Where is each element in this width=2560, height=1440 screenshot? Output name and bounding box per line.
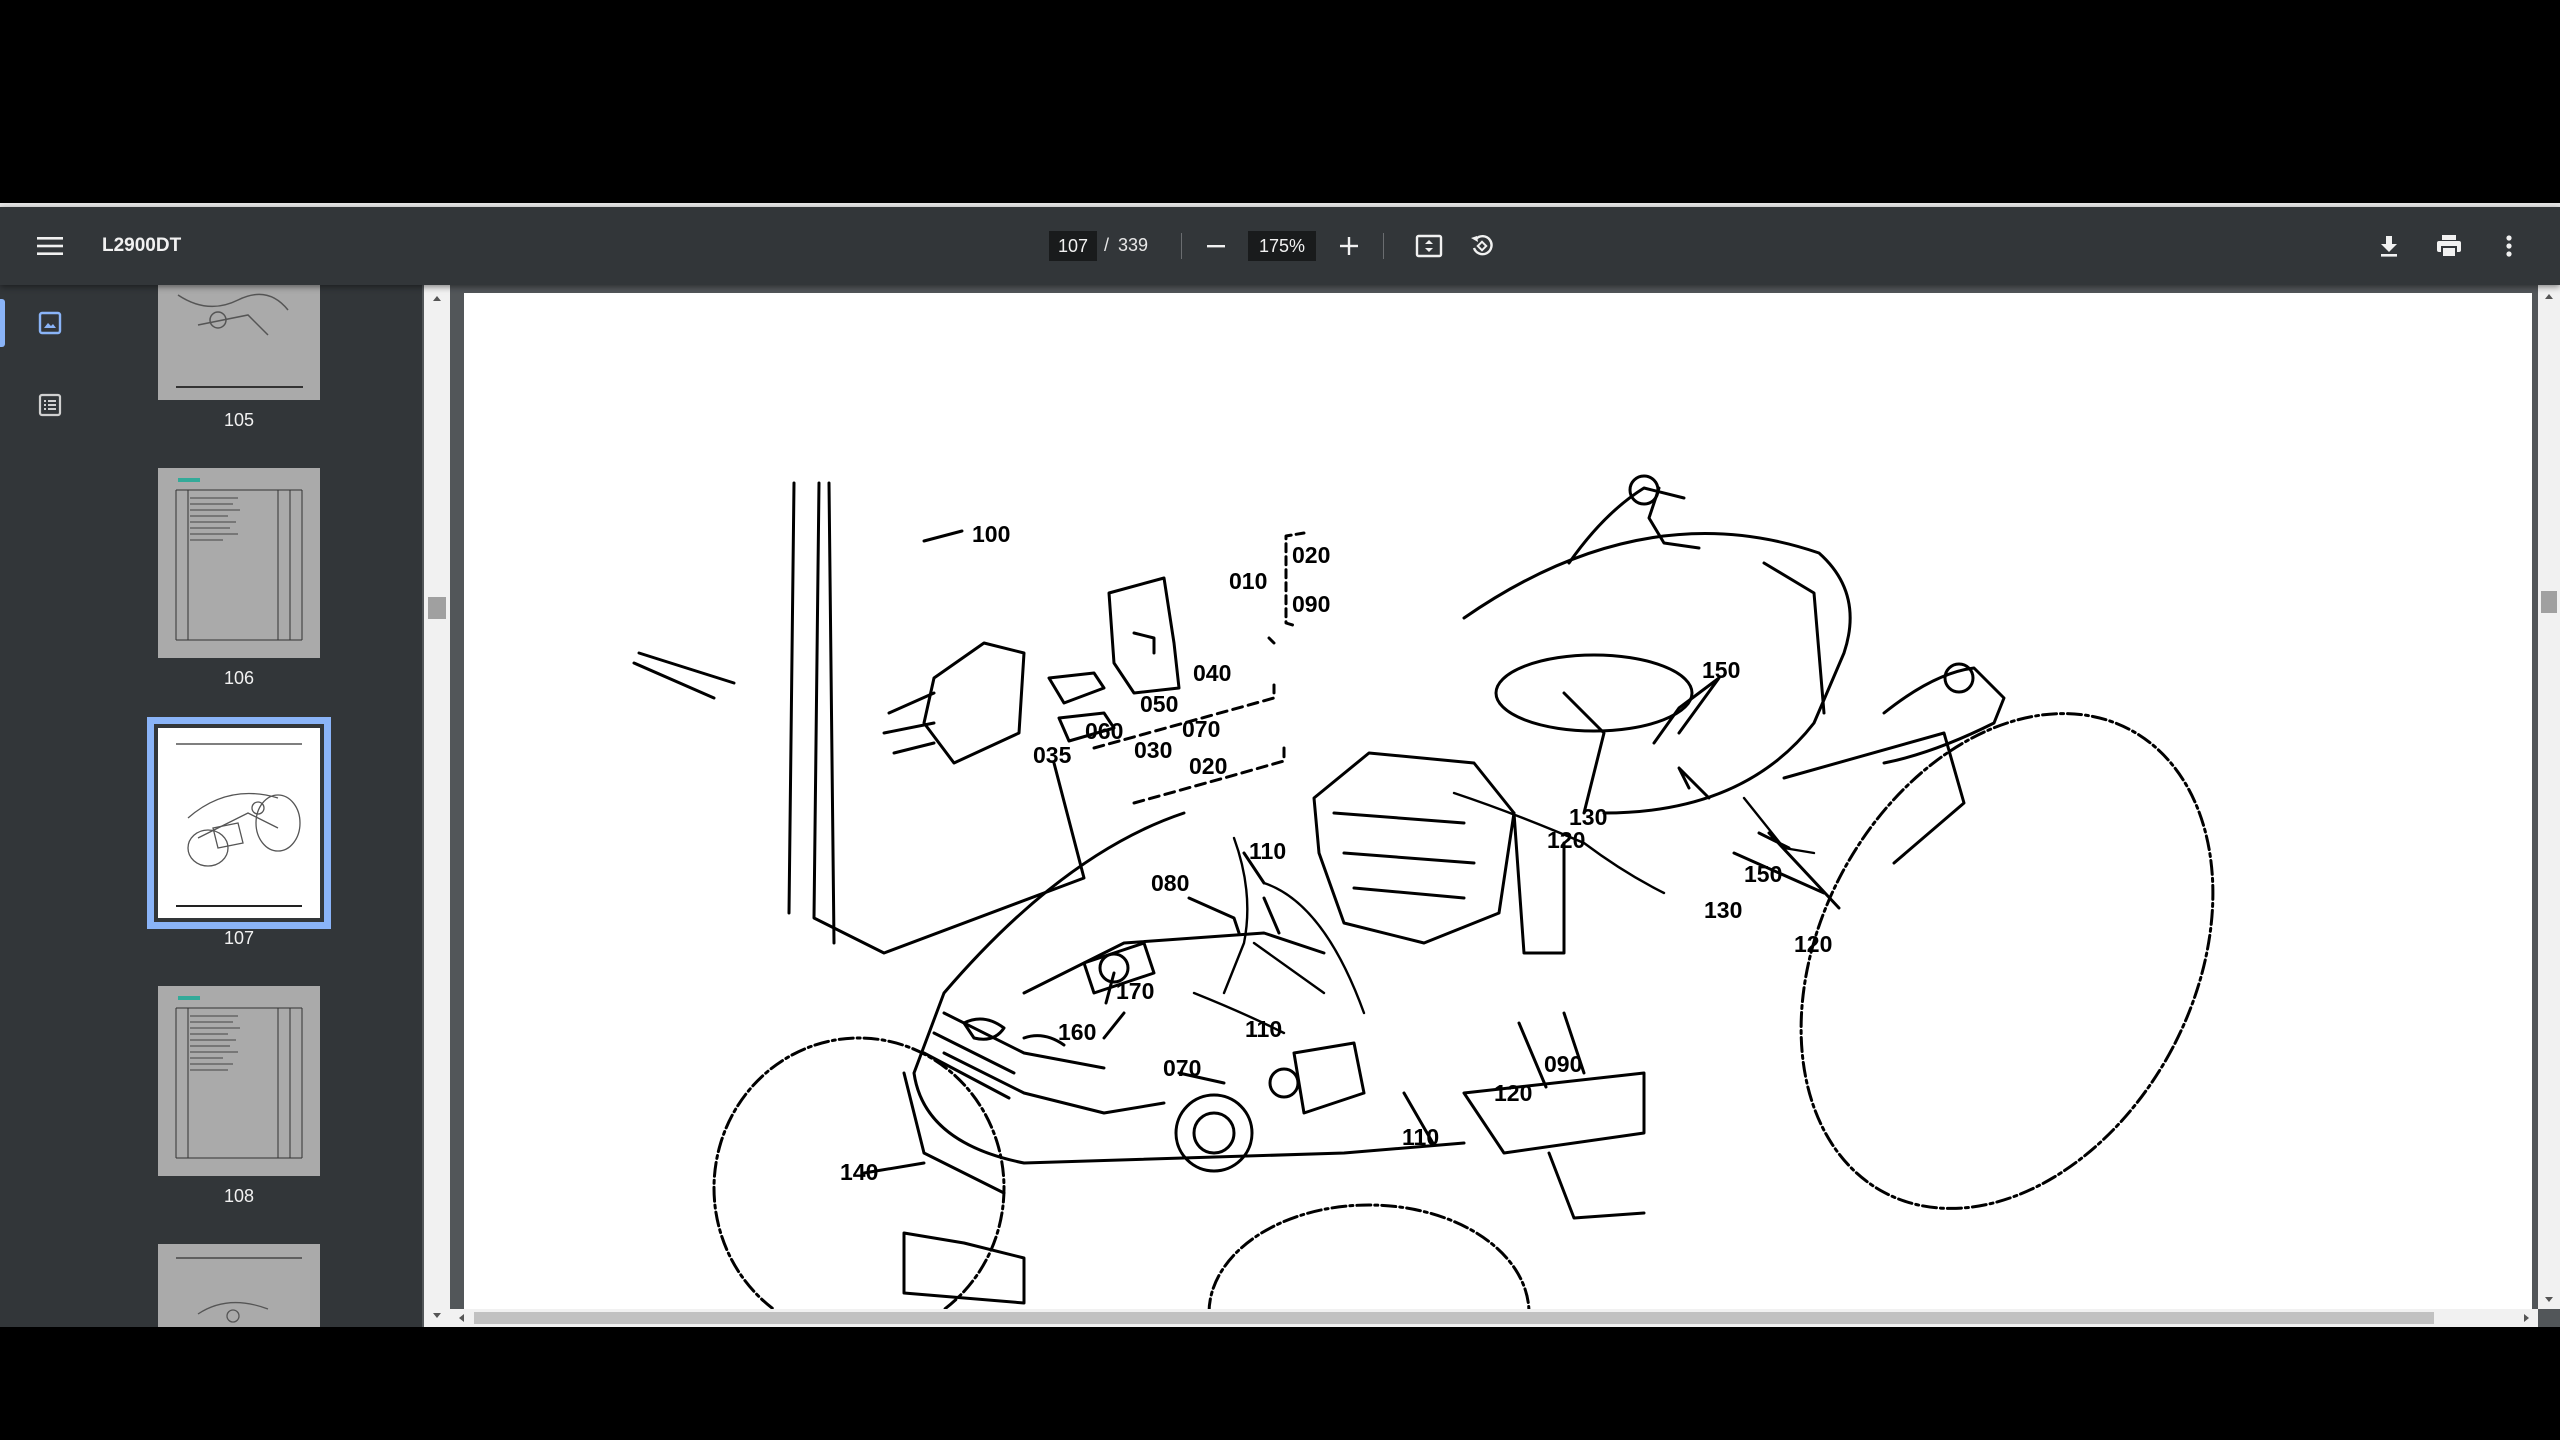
callout-label: 120: [1794, 931, 1832, 957]
active-tab-indicator: [0, 299, 5, 347]
callout-label: 070: [1182, 716, 1220, 742]
zoom-out-button[interactable]: [1196, 226, 1236, 266]
pdf-page: 100 010 020 090 040 050 060 070 030 020 …: [464, 293, 2532, 1313]
scroll-left-arrow-icon[interactable]: [452, 1309, 472, 1327]
zoom-in-button[interactable]: [1329, 226, 1369, 266]
download-button[interactable]: [2369, 226, 2409, 266]
callout-label: 170: [1116, 978, 1154, 1004]
more-vert-icon: [2506, 235, 2512, 257]
callout-label: 100: [972, 521, 1010, 547]
callout-label: 160: [1058, 1019, 1096, 1045]
callout-label: 120: [1494, 1080, 1532, 1106]
toolbar: L2900DT 107 / 339 175%: [0, 207, 2560, 285]
pdf-viewer: L2900DT 107 / 339 175% 105 106 107 108 1…: [0, 207, 2560, 1327]
page-vertical-scrollbar[interactable]: [2538, 285, 2560, 1309]
rotate-button[interactable]: [1462, 226, 1502, 266]
callout-label: 020: [1292, 542, 1330, 568]
tractor-wiring-diagram: 100 010 020 090 040 050 060 070 030 020 …: [632, 474, 2215, 1313]
thumbnail-page-107-selected[interactable]: [147, 717, 331, 929]
print-button[interactable]: [2429, 226, 2469, 266]
callout-label: 120: [1547, 827, 1585, 853]
zoom-in-icon: [1340, 237, 1358, 255]
toolbar-divider: [1181, 233, 1182, 259]
sidebar: 105 106 107 108: [0, 285, 422, 1327]
callout-label: 035: [1033, 742, 1072, 768]
callout-label: 090: [1292, 591, 1330, 617]
rotate-icon: [1471, 234, 1493, 256]
callout-label: 140: [840, 1159, 878, 1185]
thumbnail-page-105[interactable]: [158, 285, 320, 400]
thumbnail-label: 105: [223, 410, 255, 430]
fit-page-icon: [1415, 234, 1443, 258]
thumbnail-page-108[interactable]: [158, 986, 320, 1176]
callout-label: 150: [1744, 861, 1782, 887]
document-title: L2900DT: [102, 235, 182, 256]
thumbnail-page-109[interactable]: [158, 1244, 320, 1327]
zoom-out-icon: [1207, 245, 1225, 248]
toolbar-divider: [1383, 233, 1384, 259]
sidebar-scroll-thumb[interactable]: [428, 597, 446, 619]
callout-label: 110: [1402, 1124, 1439, 1150]
print-icon: [2437, 235, 2461, 258]
scroll-down-arrow-icon[interactable]: [2538, 1289, 2560, 1309]
letterbox-bottom: [0, 1327, 2560, 1440]
more-options-button[interactable]: [2489, 226, 2529, 266]
sidebar-scrollbar[interactable]: [424, 285, 450, 1327]
callout-label: 050: [1140, 691, 1178, 717]
callout-label: 080: [1151, 870, 1189, 896]
scroll-up-arrow-icon[interactable]: [2538, 287, 2560, 307]
page-number-input[interactable]: 107: [1049, 231, 1097, 261]
fit-page-button[interactable]: [1409, 226, 1449, 266]
image-icon: [38, 311, 62, 335]
thumbnail-label: 108: [223, 1186, 255, 1206]
menu-button[interactable]: [30, 226, 70, 266]
callout-label: 110: [1249, 838, 1286, 864]
horizontal-scroll-thumb[interactable]: [474, 1312, 2434, 1324]
callout-label: 030: [1134, 737, 1172, 763]
menu-icon: [37, 237, 63, 255]
callout-label: 090: [1544, 1051, 1582, 1077]
thumbnail-page-106[interactable]: [158, 468, 320, 658]
callout-label: 150: [1702, 657, 1740, 683]
callout-label: 110: [1245, 1016, 1282, 1042]
download-icon: [2381, 236, 2397, 257]
letterbox-top: [0, 0, 2560, 203]
vertical-scroll-thumb[interactable]: [2541, 591, 2557, 613]
zoom-input[interactable]: 175%: [1248, 231, 1316, 261]
scroll-up-arrow-icon[interactable]: [424, 289, 450, 309]
thumbnails-tab[interactable]: [24, 297, 76, 349]
total-pages: 339: [1118, 235, 1149, 255]
list-icon: [38, 393, 62, 417]
outline-tab[interactable]: [24, 379, 76, 431]
thumbnail-label: 106: [223, 668, 255, 688]
callout-label: 010: [1229, 568, 1267, 594]
callout-label: 040: [1193, 660, 1231, 686]
thumbnail-label: 107: [223, 928, 255, 948]
document-area: 100 010 020 090 040 050 060 070 030 020 …: [450, 285, 2560, 1327]
scroll-down-arrow-icon[interactable]: [424, 1305, 450, 1325]
callout-label: 070: [1163, 1055, 1201, 1081]
scroll-right-arrow-icon[interactable]: [2516, 1309, 2536, 1327]
page-horizontal-scrollbar[interactable]: [450, 1309, 2538, 1327]
callout-label: 060: [1085, 718, 1123, 744]
page-separator: /: [1104, 235, 1110, 255]
callout-label: 130: [1704, 897, 1742, 923]
callout-label: 020: [1189, 753, 1227, 779]
